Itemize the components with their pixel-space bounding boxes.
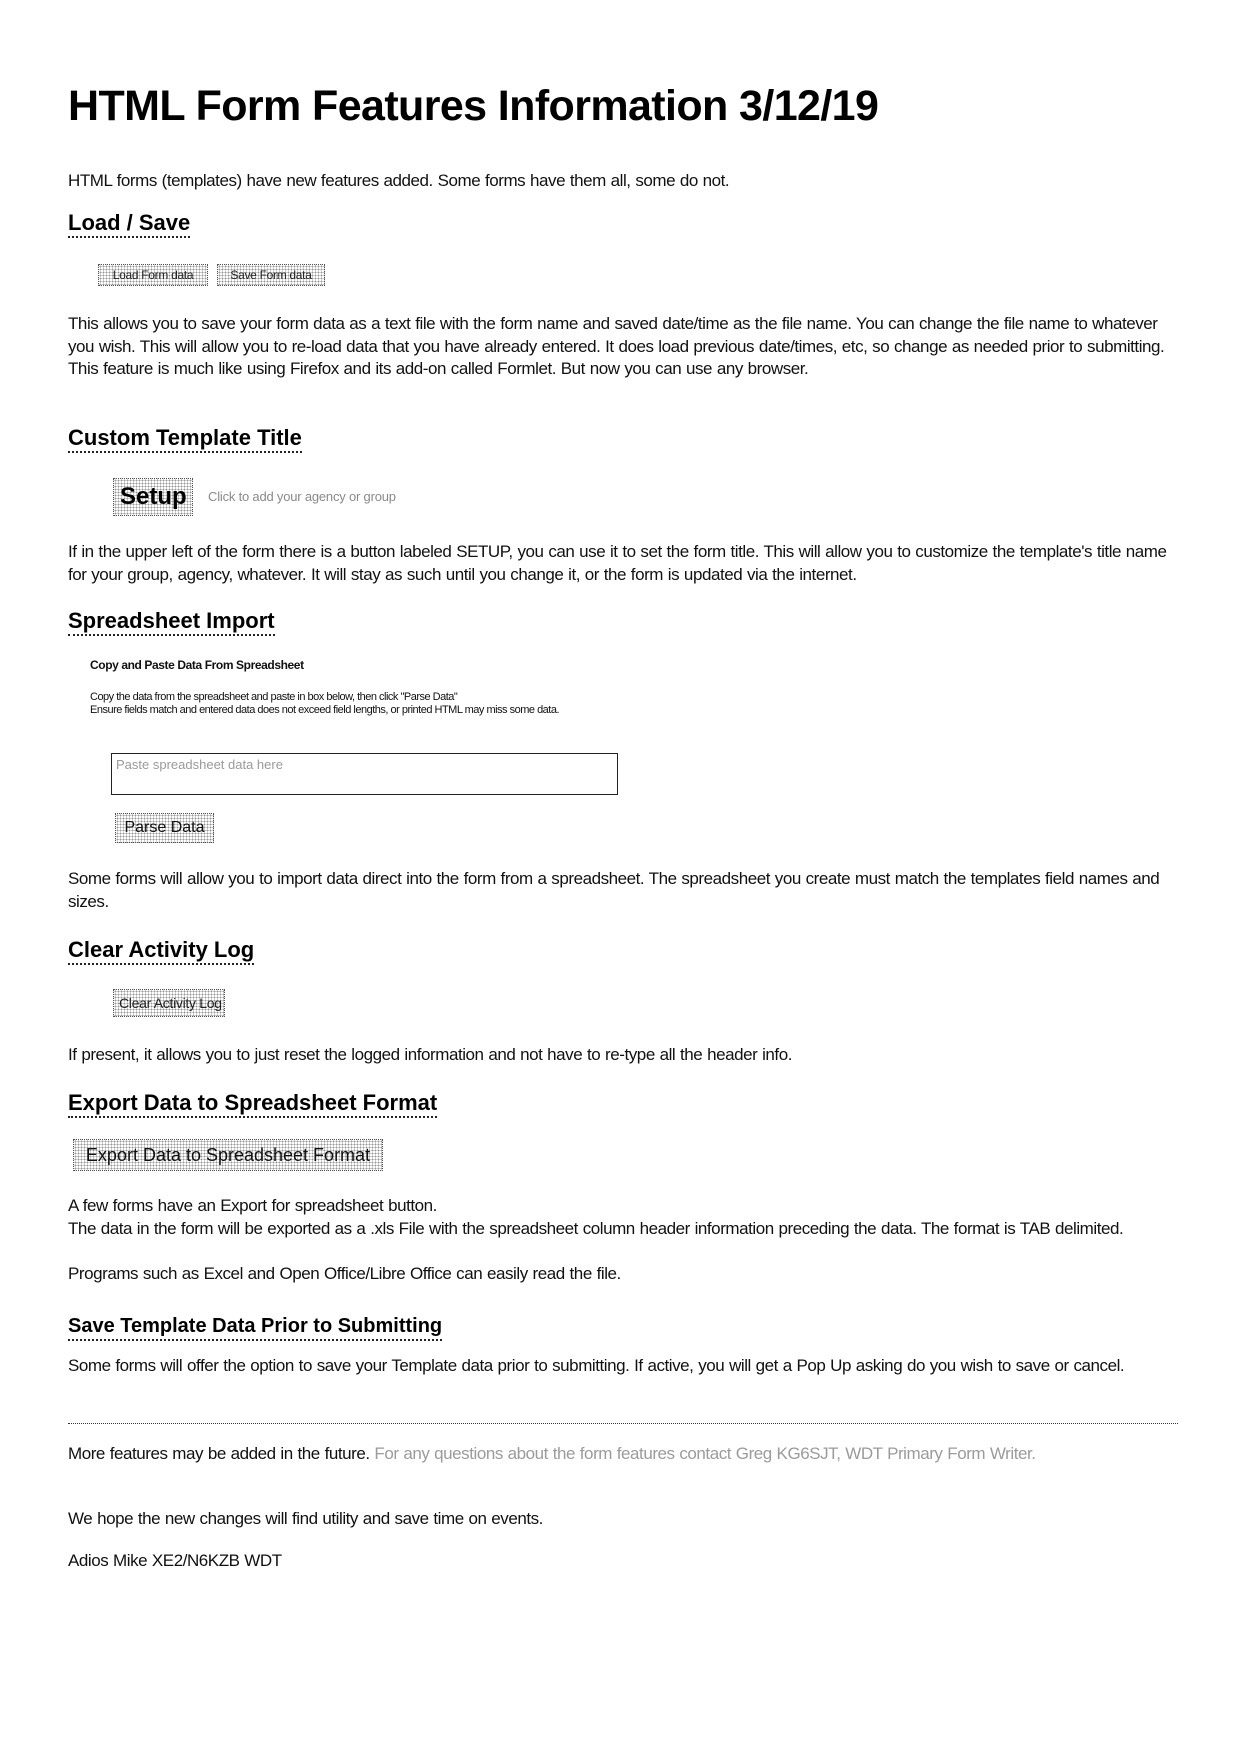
export-line-2: The data in the form will be exported as… (68, 1219, 1124, 1238)
custom-title-description: If in the upper left of the form there i… (68, 542, 1167, 584)
footer-more-features: More features may be added in the future… (68, 1443, 1178, 1466)
intro-text: HTML forms (templates) have new features… (68, 171, 730, 190)
spreadsheet-import-subheading: Copy and Paste Data From Spreadsheet (90, 658, 304, 672)
page-title: HTML Form Features Information 3/12/19 (68, 82, 879, 130)
heading-clear-activity-log: Clear Activity Log (68, 937, 255, 965)
heading-custom-template-title: Custom Template Title (68, 425, 302, 453)
spreadsheet-instruction-2: Ensure fields match and entered data doe… (90, 704, 560, 716)
paste-spreadsheet-textarea[interactable] (111, 753, 618, 795)
heading-export-data: Export Data to Spreadsheet Format (68, 1090, 438, 1118)
save-form-data-button[interactable]: Save Form data (217, 264, 325, 286)
clear-log-description: If present, it allows you to just reset … (68, 1045, 792, 1064)
clear-activity-log-button[interactable]: Clear Activity Log (113, 989, 225, 1017)
setup-button[interactable]: Setup (113, 478, 193, 516)
heading-load-save: Load / Save (68, 210, 191, 238)
export-line-3: Programs such as Excel and Open Office/L… (68, 1264, 621, 1283)
export-data-button[interactable]: Export Data to Spreadsheet Format (73, 1139, 383, 1171)
save-prior-description: Some forms will offer the option to save… (68, 1356, 1125, 1375)
more-features-text: More features may be added in the future… (68, 1444, 370, 1463)
spreadsheet-import-description: Some forms will allow you to import data… (68, 869, 1160, 911)
footer-hope-text: We hope the new changes will find utilit… (68, 1509, 543, 1528)
load-form-data-button[interactable]: Load Form data (98, 264, 208, 286)
horizontal-divider (68, 1423, 1178, 1424)
load-save-description: This allows you to save your form data a… (68, 314, 1165, 378)
footer-signature: Adios Mike XE2/N6KZB WDT (68, 1551, 282, 1570)
export-line-1: A few forms have an Export for spreadshe… (68, 1196, 437, 1215)
heading-spreadsheet-import: Spreadsheet Import (68, 608, 275, 636)
contact-text: For any questions about the form feature… (369, 1444, 1036, 1463)
setup-hint: Click to add your agency or group (208, 489, 396, 504)
parse-data-button[interactable]: Parse Data (115, 813, 214, 843)
heading-save-template-prior: Save Template Data Prior to Submitting (68, 1313, 443, 1341)
spreadsheet-instruction-1: Copy the data from the spreadsheet and p… (90, 691, 458, 703)
